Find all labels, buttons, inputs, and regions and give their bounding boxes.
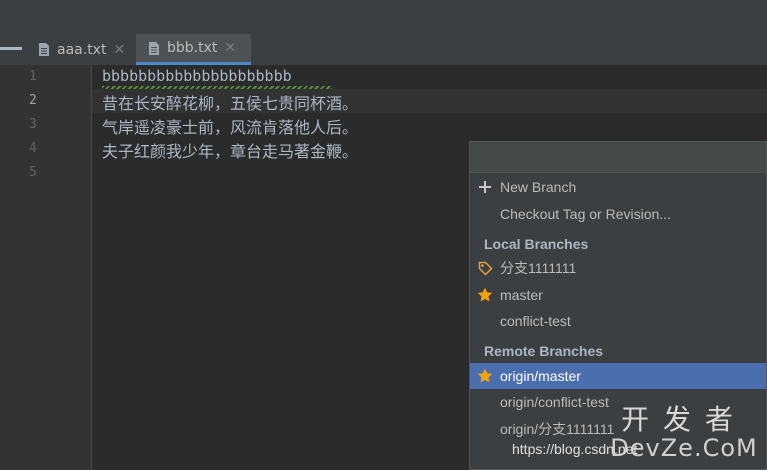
popup-header bbox=[470, 142, 766, 173]
line-number-gutter: 1 2 3 4 5 bbox=[0, 65, 92, 470]
star-icon bbox=[470, 368, 500, 384]
editor-line[interactable]: 昔在长安醉花柳，五侯七贵同杯酒。 bbox=[102, 90, 358, 114]
tag-icon bbox=[470, 261, 500, 276]
line-number: 3 bbox=[29, 117, 37, 132]
text-file-icon bbox=[148, 41, 160, 56]
branch-label: master bbox=[500, 287, 543, 303]
branch-item-origin-master[interactable]: origin/master bbox=[470, 363, 766, 389]
line-number-current: 2 bbox=[29, 93, 37, 108]
new-branch-label: New Branch bbox=[500, 179, 577, 195]
text-file-icon bbox=[38, 42, 50, 57]
line-number: 5 bbox=[29, 165, 37, 180]
tab-bbb-txt[interactable]: bbb.txt ✕ bbox=[136, 34, 251, 65]
checkout-tag-item[interactable]: Checkout Tag or Revision... bbox=[470, 201, 766, 227]
line-number: 4 bbox=[29, 141, 37, 156]
project-panel-toggle-icon[interactable] bbox=[0, 47, 22, 50]
tab-label: bbb.txt bbox=[167, 40, 218, 56]
branch-label: 分支1111111 bbox=[500, 260, 577, 276]
tab-label: aaa.txt bbox=[57, 41, 107, 58]
editor-tab-bar: aaa.txt ✕ bbb.txt ✕ bbox=[0, 34, 767, 66]
local-branches-header: Local Branches bbox=[484, 236, 589, 252]
branch-item-master[interactable]: master bbox=[470, 282, 766, 308]
branch-item-conflict-test[interactable]: conflict-test bbox=[470, 308, 766, 334]
star-icon bbox=[470, 287, 500, 303]
editor-line[interactable]: 夫子红颜我少年，章台走马著金鞭。 bbox=[102, 138, 358, 162]
top-toolbar bbox=[0, 0, 767, 35]
new-branch-item[interactable]: New Branch bbox=[470, 174, 766, 200]
branch-label: origin/master bbox=[500, 368, 581, 384]
close-tab-icon[interactable]: ✕ bbox=[224, 40, 236, 56]
branch-label: origin/conflict-test bbox=[500, 394, 609, 410]
tab-aaa-txt[interactable]: aaa.txt ✕ bbox=[38, 34, 132, 65]
plus-icon bbox=[470, 181, 500, 193]
close-tab-icon[interactable]: ✕ bbox=[113, 42, 125, 58]
remote-branches-header: Remote Branches bbox=[484, 343, 604, 359]
editor-line[interactable]: 气岸遥凌豪士前，风流肯落他人后。 bbox=[102, 114, 358, 138]
checkout-tag-label: Checkout Tag or Revision... bbox=[500, 206, 671, 222]
spellcheck-underline bbox=[102, 86, 332, 89]
branch-label: conflict-test bbox=[500, 313, 571, 329]
line-number: 1 bbox=[29, 69, 37, 84]
editor-line[interactable]: bbbbbbbbbbbbbbbbbbbbb bbox=[102, 67, 292, 85]
watermark-chinese: 开发者 bbox=[620, 403, 747, 436]
branch-item-fenzhi[interactable]: 分支1111111 bbox=[470, 255, 766, 281]
branch-label: origin/分支1111111 bbox=[500, 421, 615, 437]
watermark-url: https://blog.csdn.net bbox=[512, 441, 638, 457]
